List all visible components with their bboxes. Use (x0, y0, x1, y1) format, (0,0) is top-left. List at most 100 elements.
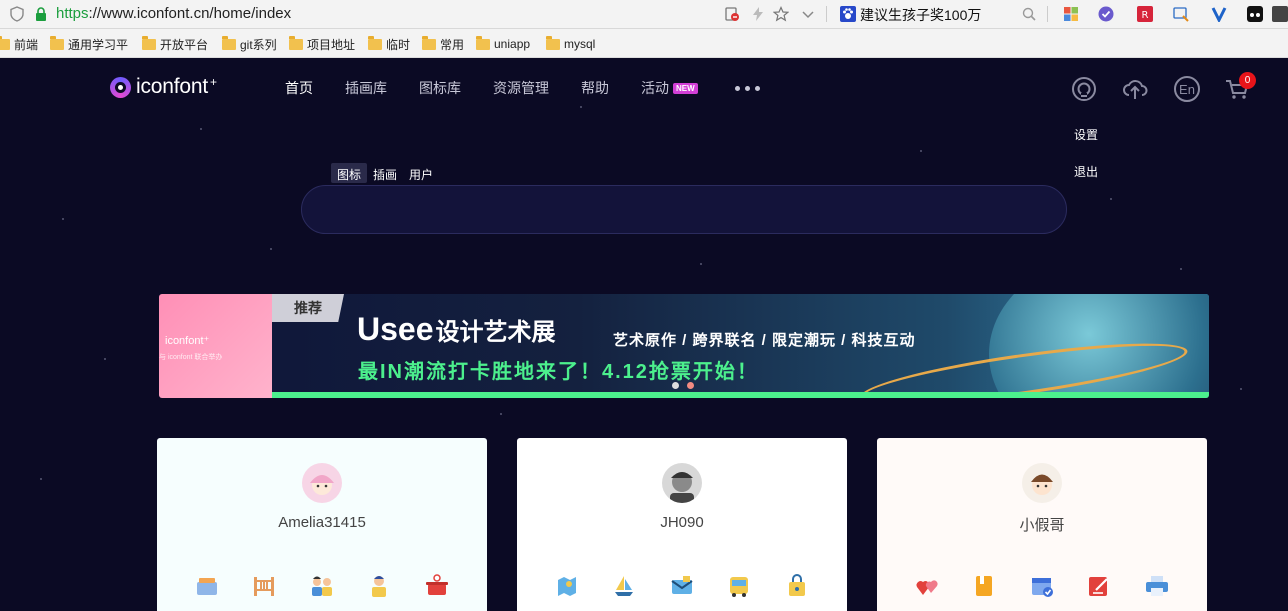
couple-icon[interactable] (309, 573, 335, 599)
notebook-icon[interactable] (971, 573, 997, 599)
shield-icon[interactable] (9, 6, 25, 22)
nav-illustrations[interactable]: 插画库 (345, 78, 387, 98)
star-decoration (1240, 388, 1242, 390)
site-logo[interactable]: iconfont + (110, 75, 217, 99)
icon-preview-row (877, 573, 1207, 603)
star-decoration (700, 263, 702, 265)
bookmark-label: 常用 (440, 37, 465, 52)
menu-item-settings[interactable]: 设置 (1074, 126, 1098, 143)
chevron-down-icon[interactable] (800, 6, 816, 22)
tab-illustrations[interactable]: 插画 (367, 163, 403, 183)
translate-icon[interactable] (1173, 6, 1189, 22)
pot-icon[interactable] (424, 573, 450, 599)
star-icon[interactable] (773, 6, 789, 22)
bookmark-folder[interactable]: mysql (546, 35, 595, 53)
designer-card[interactable]: 小假哥 (877, 438, 1207, 611)
dot (755, 86, 760, 91)
bookmark-folder[interactable]: 项目地址 (289, 35, 355, 53)
language-label: En (1179, 81, 1195, 97)
folder-icon (368, 35, 382, 50)
nav-label: 资源管理 (493, 80, 549, 96)
tab-users[interactable]: 用户 (403, 163, 439, 183)
promo-banner[interactable]: iconfont⁺ 与 iconfont 联合举办 推荐 Usee设计艺术展 艺… (159, 294, 1209, 398)
person-icon[interactable] (366, 573, 392, 599)
windows-icon[interactable] (1063, 6, 1079, 22)
blocked-icon[interactable] (724, 6, 740, 22)
nav-label: 活动 (641, 80, 669, 96)
check-circle-icon[interactable] (1098, 6, 1114, 22)
lock-icon[interactable] (33, 6, 49, 22)
hearts-icon[interactable] (914, 573, 940, 599)
bookmark-folder[interactable]: 常用 (422, 35, 464, 53)
nav-help[interactable]: 帮助 (581, 78, 609, 98)
basket-icon[interactable] (194, 573, 220, 599)
search-input[interactable] (302, 186, 1066, 233)
lightning-icon[interactable] (750, 6, 766, 22)
bookmark-folder[interactable]: git系列 (222, 35, 277, 53)
printer-icon[interactable] (1144, 573, 1170, 599)
star-decoration (920, 150, 922, 152)
nav-icons[interactable]: 图标库 (419, 78, 461, 98)
designer-username[interactable]: 小假哥 (877, 514, 1207, 535)
v-logo-icon[interactable] (1211, 6, 1227, 22)
bookmark-folder[interactable]: 前端 (0, 35, 38, 53)
crib-icon[interactable] (251, 573, 277, 599)
bookmark-folder[interactable]: 开放平台 (142, 35, 208, 53)
bookmark-folder[interactable]: 通用学习平 (50, 35, 128, 53)
language-toggle[interactable]: En (1174, 76, 1200, 102)
url-path: ://www.iconfont.cn/home/index (88, 5, 292, 22)
shopping-bag-icon[interactable] (784, 573, 810, 599)
carousel-dot-active[interactable] (687, 382, 694, 389)
recommend-tag: 推荐 (272, 294, 344, 322)
menu-icon[interactable] (1272, 6, 1288, 22)
designer-card[interactable]: JH090 (517, 438, 847, 611)
banner-title: Usee设计艺术展 (357, 311, 556, 348)
bookmark-folder[interactable]: 临时 (368, 35, 410, 53)
nav-label: 插画库 (345, 80, 387, 96)
folder-icon (546, 35, 560, 50)
bookmark-folder[interactable]: uniapp (476, 35, 530, 53)
folder-icon (142, 35, 156, 50)
banner-accent-bar (272, 392, 1209, 398)
bookmark-label: 开放平台 (160, 37, 209, 52)
star-decoration (580, 106, 582, 108)
folder-icon (222, 35, 236, 50)
user-avatar-icon[interactable] (1071, 76, 1097, 102)
promo-link[interactable]: 建议生孩子奖100万 (860, 5, 981, 25)
avatar[interactable] (662, 463, 702, 503)
nav-label: 图标库 (419, 80, 461, 96)
url-field[interactable]: https://www.iconfont.cn/home/index (56, 5, 291, 22)
folder-icon (476, 35, 490, 50)
search-icon[interactable] (1021, 6, 1037, 22)
avatar[interactable] (1022, 463, 1062, 503)
edit-icon[interactable] (1086, 573, 1112, 599)
browser-address-bar: https://www.iconfont.cn/home/index 建议生孩子… (0, 0, 1288, 29)
game-icon[interactable] (1247, 6, 1263, 22)
nav-activities[interactable]: 活动 NEW (641, 78, 698, 98)
designer-username[interactable]: Amelia31415 (157, 514, 487, 531)
bookmark-label: uniapp (494, 37, 531, 51)
avatar[interactable] (302, 463, 342, 503)
bookmark-label: mysql (564, 37, 596, 51)
sailboat-icon[interactable] (611, 573, 637, 599)
menu-item-logout[interactable]: 退出 (1074, 163, 1098, 180)
mail-icon[interactable] (669, 573, 695, 599)
star-decoration (104, 358, 106, 360)
calendar-check-icon[interactable] (1029, 573, 1055, 599)
more-menu-icon[interactable] (735, 86, 760, 91)
box-icon[interactable]: R (1137, 6, 1153, 22)
nav-home[interactable]: 首页 (285, 78, 313, 98)
logo-plus: + (209, 75, 217, 89)
tab-icons[interactable]: 图标 (331, 163, 368, 183)
upload-cloud-icon[interactable] (1122, 76, 1148, 102)
nav-resources[interactable]: 资源管理 (493, 78, 549, 98)
bus-icon[interactable] (726, 573, 752, 599)
star-decoration (270, 248, 272, 250)
bookmark-label: 临时 (386, 37, 411, 52)
designer-username[interactable]: JH090 (517, 514, 847, 531)
carousel-dot[interactable] (672, 382, 679, 389)
paw-icon[interactable] (840, 6, 856, 22)
star-decoration (40, 478, 42, 480)
map-icon[interactable] (554, 573, 580, 599)
designer-card[interactable]: Amelia31415 (157, 438, 487, 611)
